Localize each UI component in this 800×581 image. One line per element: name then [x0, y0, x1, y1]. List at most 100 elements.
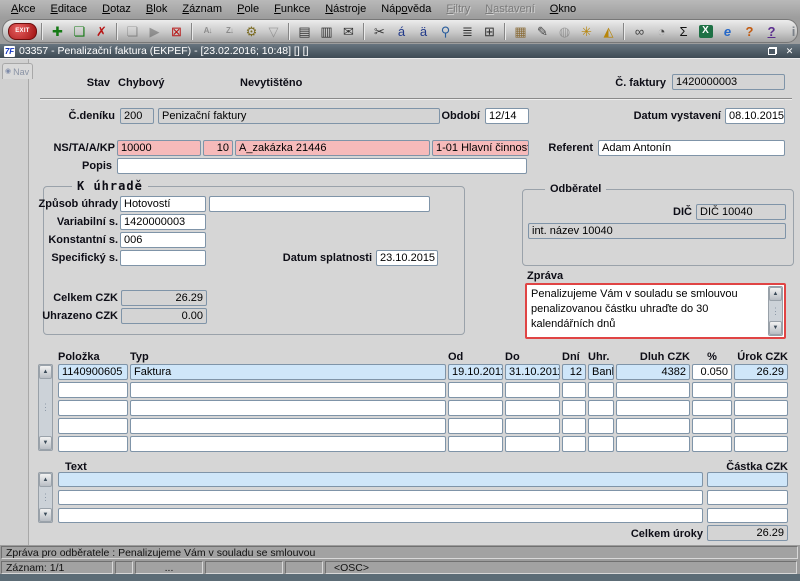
menu-dotaz[interactable]: Dotaz: [95, 2, 138, 16]
duplicate-record-icon[interactable]: ❏: [69, 21, 90, 41]
print-icon[interactable]: ▤: [294, 21, 315, 41]
specificky-field[interactable]: [120, 250, 206, 266]
menu-napoveda[interactable]: Nápověda: [374, 2, 438, 16]
items-table-cell[interactable]: [562, 400, 586, 416]
text-table-cell[interactable]: [58, 508, 703, 523]
menu-zaznam[interactable]: Záznam: [175, 2, 229, 16]
items-table-cell[interactable]: [734, 400, 788, 416]
exit-button[interactable]: EXIT: [8, 22, 37, 40]
variabilni-field[interactable]: 1420000003: [120, 214, 206, 230]
menu-nastroje[interactable]: Nástroje: [318, 2, 373, 16]
items-table-cell[interactable]: [692, 418, 732, 434]
zprava-scrollbar-down-arrow-icon[interactable]: ▼: [769, 321, 782, 335]
items-table-cell[interactable]: [58, 436, 128, 452]
items-table-cell[interactable]: 12: [562, 364, 586, 380]
text-table-cell[interactable]: [707, 508, 788, 523]
glasses-icon[interactable]: ∞: [629, 21, 650, 41]
text-table-scrollbar-track[interactable]: ⋮: [39, 487, 52, 508]
zakazka-field[interactable]: A_zakázka 21446: [235, 140, 430, 156]
ns-field[interactable]: 10000: [117, 140, 201, 156]
cancel-query-icon[interactable]: ⊠: [166, 21, 187, 41]
menu-okno[interactable]: Okno: [543, 2, 583, 16]
notes-icon[interactable]: ✎: [532, 21, 553, 41]
items-table-cell[interactable]: [588, 436, 614, 452]
zprava-scrollbar[interactable]: ▲ ⋮ ▼: [768, 286, 783, 336]
text-table-cell[interactable]: [707, 490, 788, 505]
popis-field[interactable]: [117, 158, 527, 174]
list-values-icon[interactable]: ≣: [457, 21, 478, 41]
helm-icon[interactable]: ✳: [576, 21, 597, 41]
referent-field[interactable]: Adam Antonín: [598, 140, 785, 156]
items-table-cell[interactable]: [505, 418, 560, 434]
items-table-cell[interactable]: [448, 382, 503, 398]
mail-icon[interactable]: ✉: [338, 21, 359, 41]
items-table-cell[interactable]: [58, 400, 128, 416]
items-table-cell[interactable]: [588, 400, 614, 416]
datum-splatnosti-field[interactable]: 23.10.2015: [376, 250, 438, 266]
items-table-cell[interactable]: [448, 436, 503, 452]
items-table-cell[interactable]: [616, 400, 690, 416]
items-table-cell[interactable]: 31.10.2011: [505, 364, 560, 380]
excel-icon[interactable]: X: [695, 21, 716, 41]
obdobi-field[interactable]: 12/14: [485, 108, 529, 124]
menu-pole[interactable]: Pole: [230, 2, 266, 16]
items-table-cell[interactable]: [505, 400, 560, 416]
items-table-cell[interactable]: [130, 418, 446, 434]
paste-item-icon[interactable]: ä: [413, 21, 434, 41]
items-table-cell[interactable]: [58, 418, 128, 434]
items-table-cell[interactable]: 0.050: [692, 364, 732, 380]
text-table-scrollbar[interactable]: ▲ ⋮ ▼: [38, 472, 53, 523]
items-table-scrollbar-down-arrow-icon[interactable]: ▼: [39, 436, 52, 450]
text-table-scrollbar-up-arrow-icon[interactable]: ▲: [39, 473, 52, 487]
ta-field[interactable]: 10: [203, 140, 233, 156]
items-table-cell[interactable]: [692, 400, 732, 416]
items-table-cell[interactable]: Bank: [588, 364, 614, 380]
items-table-cell[interactable]: 26.29: [734, 364, 788, 380]
wrench-icon[interactable]: ⚙: [241, 21, 262, 41]
items-table-cell[interactable]: [616, 436, 690, 452]
text-table-scrollbar-down-arrow-icon[interactable]: ▼: [39, 508, 52, 522]
zprava-scrollbar-up-arrow-icon[interactable]: ▲: [769, 287, 782, 301]
browser-icon[interactable]: e: [717, 21, 738, 41]
items-table-cell[interactable]: [562, 418, 586, 434]
menu-akce[interactable]: Akce: [4, 2, 42, 16]
clock-icon[interactable]: ◔: [651, 21, 672, 41]
items-table-cell[interactable]: [734, 418, 788, 434]
items-table-cell[interactable]: [734, 436, 788, 452]
items-table-cell[interactable]: [130, 382, 446, 398]
info-icon[interactable]: i: [783, 21, 800, 41]
items-table-scrollbar-track[interactable]: ⋮: [39, 379, 52, 436]
zpusob-uhrady-field[interactable]: Hotovostí: [120, 196, 206, 212]
items-table-scrollbar-up-arrow-icon[interactable]: ▲: [39, 365, 52, 379]
copy-item-icon[interactable]: á: [391, 21, 412, 41]
items-table-cell[interactable]: [130, 436, 446, 452]
datum-vystaveni-field[interactable]: 08.10.2015: [725, 108, 785, 124]
items-table-cell[interactable]: [692, 436, 732, 452]
kp-field[interactable]: 1-01 Hlavní činnost: [432, 140, 529, 156]
konstantni-field[interactable]: 006: [120, 232, 206, 248]
delete-record-icon[interactable]: ✗: [91, 21, 112, 41]
add-record-icon[interactable]: ✚: [47, 21, 68, 41]
items-table-cell[interactable]: [616, 418, 690, 434]
items-table-cell[interactable]: [505, 382, 560, 398]
text-table-cell[interactable]: [707, 472, 788, 487]
items-table-cell[interactable]: [448, 400, 503, 416]
text-table-cell[interactable]: [58, 472, 703, 487]
prism-icon[interactable]: ◭: [598, 21, 619, 41]
items-table-cell[interactable]: 19.10.2011: [448, 364, 503, 380]
items-table-cell[interactable]: 4382: [616, 364, 690, 380]
find-icon[interactable]: ⚲: [435, 21, 456, 41]
items-table-cell[interactable]: [130, 400, 446, 416]
items-table-cell[interactable]: [58, 382, 128, 398]
items-table-cell[interactable]: [588, 418, 614, 434]
zprava-message-box[interactable]: Penalizujeme Vám v souladu se smlouvou p…: [525, 283, 786, 339]
close-window-button[interactable]: ✕: [783, 46, 796, 57]
items-table-cell[interactable]: 1140900605: [58, 364, 128, 380]
sum-icon[interactable]: Σ: [673, 21, 694, 41]
items-table-cell[interactable]: [692, 382, 732, 398]
items-table-cell[interactable]: [448, 418, 503, 434]
menu-blok[interactable]: Blok: [139, 2, 174, 16]
items-table-cell[interactable]: [562, 382, 586, 398]
items-table-scrollbar[interactable]: ▲ ⋮ ▼: [38, 364, 53, 451]
restore-window-button[interactable]: [766, 46, 779, 57]
